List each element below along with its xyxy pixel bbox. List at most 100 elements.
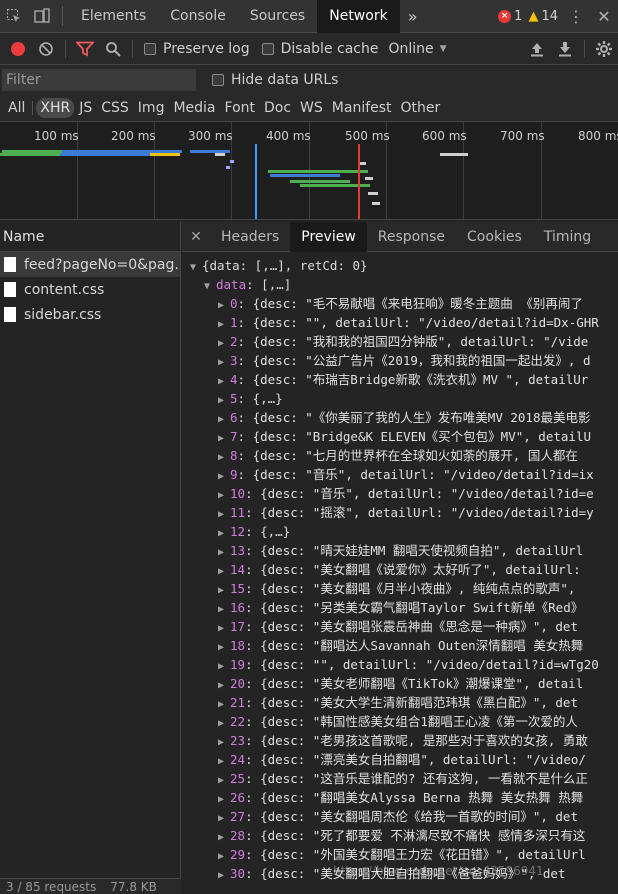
tree-item-row[interactable]: ▶ 18: {desc: "翻唱达人Savannah Outen深情翻唱 美女热舞 — [218, 636, 583, 655]
warning-badge[interactable]: ▲ 14 — [528, 9, 558, 24]
tree-item-row[interactable]: ▶ 16: {desc: "另类美女霸气翻唱Taylor Swift新单《Red》 — [218, 598, 583, 617]
tree-item-row[interactable]: ▶ 23: {desc: "老男孩这首歌呢, 是那些对于喜欢的女孩, 勇敢 — [218, 731, 588, 750]
type-ws[interactable]: WS — [296, 98, 327, 118]
tree-item-row[interactable]: ▶ 5: {,…} — [218, 389, 283, 408]
type-all[interactable]: All — [4, 98, 29, 118]
export-har-button[interactable] — [551, 35, 579, 63]
tree-item-row[interactable]: ▶ 10: {desc: "音乐", detailUrl: "/video/det… — [218, 484, 594, 503]
request-detail-tabs: ✕ Headers Preview Response Cookies Timin… — [182, 221, 618, 252]
collapse-triangle-icon[interactable]: ▶ — [218, 866, 230, 885]
type-xhr[interactable]: XHR — [36, 98, 75, 118]
error-icon: × — [498, 9, 512, 23]
tab-preview[interactable]: Preview — [290, 221, 367, 252]
timeline-bar — [365, 177, 373, 180]
tab-cookies[interactable]: Cookies — [456, 222, 533, 252]
tree-item-row[interactable]: ▶ 20: {desc: "美女老师翻唱《TikTok》潮爆课堂", detail — [218, 674, 583, 693]
item-value: {desc: "公益广告片《2019，我和我的祖国一起出发》, d — [252, 353, 591, 368]
search-button[interactable] — [99, 35, 127, 63]
type-img[interactable]: Img — [134, 98, 169, 118]
tree-item-row[interactable]: ▶ 9: {desc: "音乐", detailUrl: "/video/deta… — [218, 465, 594, 484]
tree-item-row[interactable]: ▶ 8: {desc: "七月的世界杯在全球如火如荼的展开, 国人都在 — [218, 446, 578, 465]
disable-cache-checkbox[interactable]: Disable cache — [261, 41, 378, 57]
checkbox-box[interactable] — [212, 74, 224, 86]
request-row[interactable]: feed?pageNo=0&pag... — [0, 252, 180, 277]
type-other[interactable]: Other — [397, 98, 445, 118]
tree-item-row[interactable]: ▶ 24: {desc: "漂亮美女自拍翻唱", detailUrl: "/vid… — [218, 750, 586, 769]
tab-elements[interactable]: Elements — [69, 0, 158, 33]
device-toolbar-icon[interactable] — [28, 0, 56, 33]
tree-item-row[interactable]: ▶ 4: {desc: "布瑞吉Bridge新歌《洗衣机》MV ", detail… — [218, 370, 588, 389]
tab-headers[interactable]: Headers — [210, 222, 290, 252]
tree-item-row[interactable]: ▶ 19: {desc: "", detailUrl: "/video/detai… — [218, 655, 599, 674]
checkbox-box[interactable] — [144, 42, 156, 55]
request-row[interactable]: content.css — [0, 277, 180, 302]
tab-response[interactable]: Response — [367, 222, 456, 252]
tab-console[interactable]: Console — [158, 0, 238, 33]
tree-item-row[interactable]: ▶ 12: {,…} — [218, 522, 290, 541]
throttling-select[interactable]: Online ▼ — [388, 41, 446, 57]
timeline-bar — [372, 202, 380, 205]
item-index: 1 — [230, 315, 238, 330]
tree-item-row[interactable]: ▶ 1: {desc: "", detailUrl: "/video/detail… — [218, 313, 599, 332]
inspect-element-icon[interactable] — [0, 0, 28, 33]
item-value: {desc: "七月的世界杯在全球如火如荼的展开, 国人都在 — [252, 448, 578, 463]
preserve-log-checkbox[interactable]: Preserve log — [144, 41, 250, 57]
network-settings-button[interactable] — [590, 35, 618, 63]
tree-item-row[interactable]: ▶ 26: {desc: "翻唱美女Alyssa Berna 热舞 美女热舞 热舞 — [218, 788, 583, 807]
tree-item-row[interactable]: ▶ 15: {desc: "美女翻唱《月半小夜曲》, 纯纯点点的歌声", — [218, 579, 575, 598]
data-summary: [,…] — [261, 277, 292, 292]
item-index: 2 — [230, 334, 238, 349]
tree-item-row[interactable]: ▶ 21: {desc: "美女大学生清新翻唱范玮琪《黑白配》", det — [218, 693, 578, 712]
colon: : — [245, 752, 261, 767]
tree-item-row[interactable]: ▶ 7: {desc: "Bridge&K ELEVEN《买个包包》MV", de… — [218, 427, 591, 446]
tree-item-row[interactable]: ▶ 29: {desc: "外国美女翻唱王力宏《花田错》", detailUrl — [218, 845, 586, 864]
type-css[interactable]: CSS — [97, 98, 133, 118]
type-doc[interactable]: Doc — [260, 98, 295, 118]
import-har-button[interactable] — [523, 35, 551, 63]
tree-item-row[interactable]: ▶ 11: {desc: "摇滚", detailUrl: "/video/det… — [218, 503, 594, 522]
tree-item-row[interactable]: ▶ 25: {desc: "这音乐是谁配的? 还有这狗, 一看就不是什么正 — [218, 769, 588, 788]
tree-item-row[interactable]: ▶ 13: {desc: "晴天娃娃MM 翻唱天使视频自拍", detailUrl — [218, 541, 583, 560]
more-tabs-icon[interactable]: » — [400, 7, 426, 26]
close-detail-icon[interactable]: ✕ — [182, 229, 210, 245]
tree-item-row[interactable]: ▶ 0: {desc: "毛不易献唱《来电狂响》暖冬主题曲 《别再闹了 — [218, 294, 583, 313]
item-index: 13 — [230, 543, 246, 558]
tree-item-row[interactable]: ▶ 27: {desc: "美女翻唱周杰伦《给我一首歌的时间》", det — [218, 807, 578, 826]
record-button[interactable] — [4, 35, 32, 63]
tree-root-row[interactable]: ▼ {data: [,…], retCd: 0} — [190, 256, 368, 275]
network-overview-timeline[interactable]: 100 ms 200 ms 300 ms 400 ms 500 ms 600 m… — [0, 122, 618, 220]
tree-item-row[interactable]: ▶ 6: {desc: "《你美丽了我的人生》发布唯美MV 2018最美电影 — [218, 408, 590, 427]
expand-triangle-icon[interactable]: ▼ — [190, 258, 202, 277]
close-devtools-icon[interactable]: ✕ — [590, 7, 618, 26]
type-js[interactable]: JS — [75, 98, 96, 118]
expand-triangle-icon[interactable]: ▼ — [204, 277, 216, 296]
name-column-header[interactable]: Name — [0, 222, 180, 252]
hide-data-urls-checkbox[interactable]: Hide data URLs — [212, 72, 338, 88]
tab-network[interactable]: Network — [317, 0, 400, 33]
item-value: {desc: "漂亮美女自拍翻唱", detailUrl: "/video/ — [260, 752, 586, 767]
type-manifest[interactable]: Manifest — [328, 98, 396, 118]
tree-item-row[interactable]: ▶ 3: {desc: "公益广告片《2019，我和我的祖国一起出发》, d — [218, 351, 590, 370]
request-row[interactable]: sidebar.css — [0, 302, 180, 327]
clear-button[interactable] — [32, 35, 60, 63]
item-value: {desc: "韩国性感美女组合1翻唱王心凌《第一次爱的人 — [260, 714, 578, 729]
filter-button[interactable] — [71, 35, 99, 63]
timeline-bar — [60, 153, 150, 156]
type-font[interactable]: Font — [221, 98, 259, 118]
console-badges[interactable]: × 1 ▲ 14 — [498, 9, 562, 24]
filter-input[interactable]: Filter — [2, 69, 196, 91]
item-index: 5 — [230, 391, 238, 406]
tree-item-row[interactable]: ▶ 28: {desc: "死了都要爱 不淋漓尽致不痛快 感情多深只有这 — [218, 826, 585, 845]
tab-timing[interactable]: Timing — [533, 222, 602, 252]
tree-item-row[interactable]: ▶ 17: {desc: "美女翻唱张震岳神曲《思念是一种病》", det — [218, 617, 578, 636]
tab-sources[interactable]: Sources — [238, 0, 317, 33]
error-badge[interactable]: × 1 — [498, 9, 522, 24]
kebab-menu-icon[interactable]: ⋮ — [562, 7, 590, 26]
tree-data-row[interactable]: ▼ data: [,…] — [204, 275, 291, 294]
tree-item-row[interactable]: ▶ 2: {desc: "我和我的祖国四分钟版", detailUrl: "/vi… — [218, 332, 588, 351]
checkbox-box[interactable] — [261, 42, 274, 55]
type-media[interactable]: Media — [169, 98, 219, 118]
tree-item-row[interactable]: ▶ 22: {desc: "韩国性感美女组合1翻唱王心凌《第一次爱的人 — [218, 712, 578, 731]
tree-item-row[interactable]: ▶ 14: {desc: "美女翻唱《说爱你》太好听了", detailUrl: — [218, 560, 581, 579]
requests-panel: Name feed?pageNo=0&pag... content.css si… — [0, 222, 181, 894]
